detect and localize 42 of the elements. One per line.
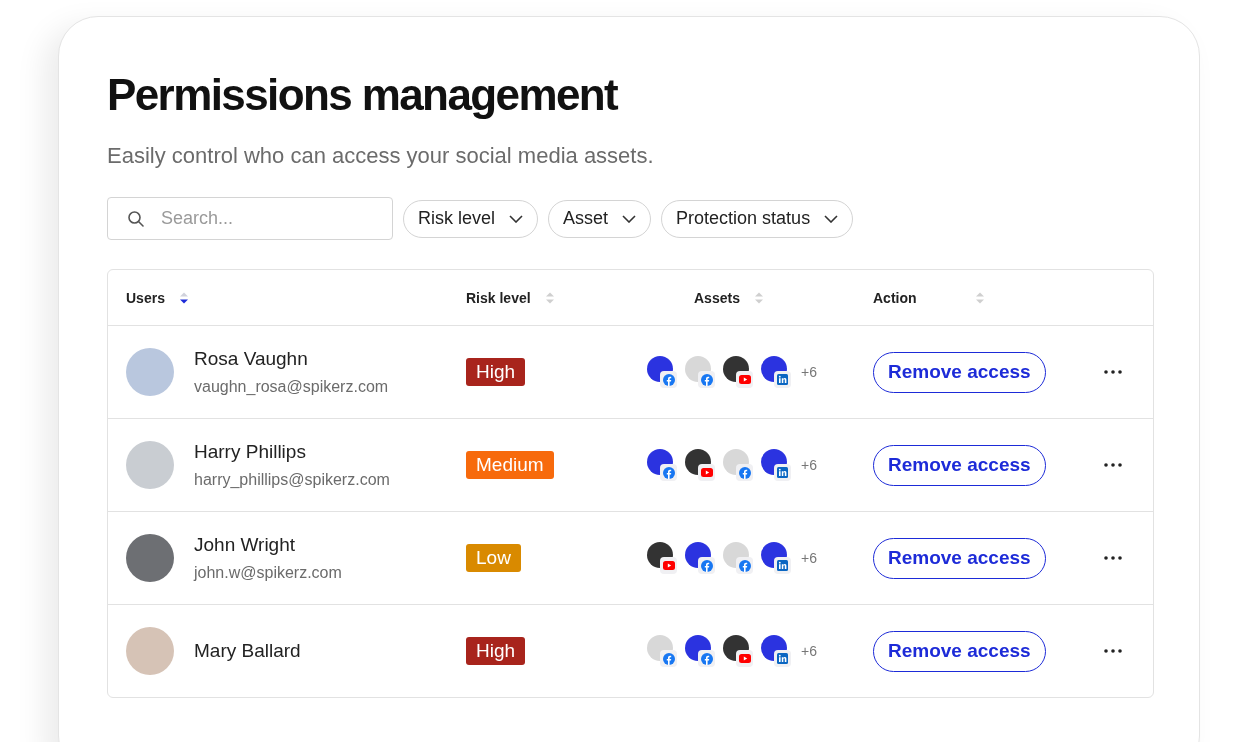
user-name: John Wright (194, 534, 297, 556)
risk-badge: Medium (466, 451, 554, 479)
chevron-down-icon (622, 214, 637, 223)
risk-badge: Low (466, 544, 521, 572)
avatar (126, 441, 174, 489)
user-name: Mary Ballard (194, 640, 301, 662)
page-title: Permissions management (107, 69, 619, 121)
filter-dropdown[interactable]: Risk level (403, 199, 539, 238)
remove-access-button[interactable]: Remove access (873, 630, 1046, 672)
page-subtitle: Easily control who can access your social media assets. (107, 143, 655, 169)
asset-count: +6 (801, 457, 817, 473)
asset-count: +6 (801, 364, 817, 380)
user-name: Rosa Vaughn (194, 348, 309, 370)
avatar (126, 348, 174, 396)
risk-badge: High (466, 358, 526, 386)
filter-dropdown[interactable]: Asset (548, 199, 652, 238)
user-email: harry_phillips@spikerz.com (194, 471, 390, 489)
avatar (126, 534, 174, 582)
risk-badge: High (466, 637, 526, 665)
search-field[interactable]: Search... (107, 197, 393, 240)
asset-count: +6 (801, 550, 817, 566)
user-name: Harry Phillips (194, 441, 307, 463)
more-icon[interactable] (1103, 649, 1122, 653)
chevron-down-icon (509, 214, 524, 223)
column-header: Action (873, 289, 917, 306)
avatar (126, 627, 174, 675)
more-icon[interactable] (1103, 556, 1122, 560)
sort-icon[interactable] (178, 290, 189, 305)
user-email: john.w@spikerz.com (194, 564, 342, 582)
chevron-down-icon (824, 214, 839, 223)
column-header: Assets (694, 289, 740, 306)
remove-access-button[interactable]: Remove access (873, 444, 1046, 486)
user-email: vaughn_rosa@spikerz.com (194, 378, 389, 396)
asset-count: +6 (801, 643, 817, 659)
remove-access-button[interactable]: Remove access (873, 537, 1046, 579)
search-icon (127, 210, 145, 228)
more-icon[interactable] (1103, 370, 1122, 374)
remove-access-button[interactable]: Remove access (873, 351, 1046, 393)
more-icon[interactable] (1103, 463, 1122, 467)
column-header: Risk level (466, 289, 531, 306)
column-header: Users (126, 289, 165, 306)
filter-dropdown[interactable]: Protection status (661, 199, 854, 238)
